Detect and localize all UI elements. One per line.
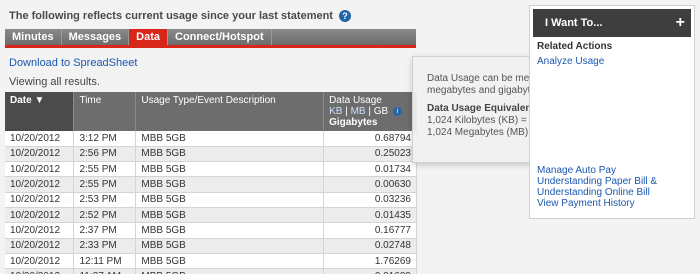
unit-separator: | — [345, 106, 348, 117]
date-cell: 10/20/2012 — [5, 238, 75, 254]
tab-messages[interactable]: Messages — [62, 29, 130, 45]
tab-minutes[interactable]: Minutes — [5, 29, 62, 45]
type-cell: MBB 5GB — [135, 207, 325, 224]
time-cell: 2:55 PM — [73, 161, 137, 178]
i-want-to-panel: I Want To... + Related Actions Analyze U… — [529, 5, 695, 219]
type-cell: MBB 5GB — [135, 176, 325, 193]
time-column-header[interactable]: Time — [73, 92, 137, 131]
amount-cell: 0.68794 — [323, 131, 417, 147]
unit-separator: | — [368, 106, 371, 117]
viewing-results-text: Viewing all results. — [9, 76, 100, 88]
related-action-link[interactable]: Analyze Usage — [537, 56, 694, 67]
date-cell: 10/20/2012 — [5, 146, 75, 163]
table-row: 10/20/2012 2:55 PM MBB 5GB 0.01734 — [5, 161, 417, 178]
date-column-header[interactable]: Date ▼ — [5, 92, 75, 131]
usage-header-text: The following reflects current usage sin… — [9, 10, 333, 22]
time-cell: 2:37 PM — [73, 222, 137, 239]
usage-tabs: Minutes Messages Data Connect/Hotspot — [5, 29, 416, 48]
panel-title: I Want To... — [545, 17, 603, 29]
type-cell: MBB 5GB — [135, 238, 325, 254]
date-cell: 10/20/2012 — [5, 253, 75, 270]
time-cell: 2:52 PM — [73, 207, 137, 224]
time-cell: 2:53 PM — [73, 192, 137, 208]
table-row: 10/20/2012 2:33 PM MBB 5GB 0.02748 — [5, 238, 417, 254]
type-column-header[interactable]: Usage Type/Event Description — [135, 92, 325, 131]
table-row: 10/20/2012 2:56 PM MBB 5GB 0.25023 — [5, 146, 417, 163]
tab-connect-hotspot[interactable]: Connect/Hotspot — [168, 29, 272, 45]
type-cell: MBB 5GB — [135, 268, 325, 274]
amount-cell: 0.02748 — [323, 238, 417, 254]
amount-cell: 0.01689 — [323, 268, 417, 274]
type-cell: MBB 5GB — [135, 222, 325, 239]
date-cell: 10/20/2012 — [5, 222, 75, 239]
info-icon[interactable]: i — [392, 106, 402, 116]
table-row: 10/20/2012 2:53 PM MBB 5GB 0.03236 — [5, 192, 417, 208]
date-cell: 10/20/2012 — [5, 268, 75, 274]
time-cell: 11:37 AM — [73, 268, 137, 274]
date-cell: 10/20/2012 — [5, 161, 75, 178]
time-cell: 3:12 PM — [73, 131, 137, 147]
related-action-link[interactable]: Manage Auto Pay — [537, 165, 694, 176]
amount-cell: 0.16777 — [323, 222, 417, 239]
tab-data[interactable]: Data — [129, 29, 168, 45]
date-cell: 10/20/2012 — [5, 207, 75, 224]
kb-unit-link[interactable]: KB — [329, 106, 342, 117]
related-action-link[interactable]: Understanding Online Bill — [537, 187, 694, 198]
panel-header[interactable]: I Want To... + — [533, 9, 691, 37]
date-cell: 10/20/2012 — [5, 176, 75, 193]
time-cell: 2:55 PM — [73, 176, 137, 193]
time-cell: 2:33 PM — [73, 238, 137, 254]
time-cell: 2:56 PM — [73, 146, 137, 163]
amount-cell: 1.76269 — [323, 253, 417, 270]
table-row: 10/20/2012 2:37 PM MBB 5GB 0.16777 — [5, 222, 417, 239]
amount-cell: 0.25023 — [323, 146, 417, 163]
table-row: 10/20/2012 12:11 PM MBB 5GB 1.76269 — [5, 253, 417, 270]
amount-cell: 0.03236 — [323, 192, 417, 208]
table-row: 10/20/2012 2:52 PM MBB 5GB 0.01435 — [5, 207, 417, 224]
usage-table: Date ▼ Time Usage Type/Event Description… — [5, 92, 417, 274]
table-header-row: Date ▼ Time Usage Type/Event Description… — [5, 92, 417, 131]
gigabytes-label: Gigabytes — [329, 117, 378, 128]
gb-unit-link[interactable]: GB — [374, 106, 388, 117]
type-cell: MBB 5GB — [135, 253, 325, 270]
amount-cell: 0.01734 — [323, 161, 417, 178]
type-cell: MBB 5GB — [135, 192, 325, 208]
data-usage-column-header[interactable]: Data Usage KB | MB | GB i Gigabytes — [323, 92, 417, 131]
plus-icon[interactable]: + — [676, 15, 685, 31]
date-cell: 10/20/2012 — [5, 192, 75, 208]
usage-header: The following reflects current usage sin… — [9, 10, 351, 22]
type-cell: MBB 5GB — [135, 131, 325, 147]
date-cell: 10/20/2012 — [5, 131, 75, 147]
table-row: 10/20/2012 2:55 PM MBB 5GB 0.00630 — [5, 176, 417, 193]
amount-cell: 0.00630 — [323, 176, 417, 193]
table-row: 10/20/2012 3:12 PM MBB 5GB 0.68794 — [5, 131, 417, 147]
table-row: 10/20/201211:37 AMMBB 5GB0.01689 — [5, 268, 417, 274]
data-usage-label: Data Usage — [329, 95, 382, 106]
related-action-link[interactable]: View Payment History — [537, 198, 694, 209]
download-spreadsheet-link[interactable]: Download to SpreadSheet — [9, 57, 137, 69]
type-cell: MBB 5GB — [135, 161, 325, 178]
time-cell: 12:11 PM — [73, 253, 137, 270]
amount-cell: 0.01435 — [323, 207, 417, 224]
mb-unit-link[interactable]: MB — [351, 106, 366, 117]
related-action-link[interactable]: Understanding Paper Bill & — [537, 176, 694, 187]
question-circle-icon[interactable]: ? — [338, 10, 351, 22]
related-actions-list: Analyze Usage Manage Auto Pay Understandin… — [537, 56, 694, 209]
type-cell: MBB 5GB — [135, 146, 325, 163]
related-actions-heading: Related Actions — [537, 41, 613, 52]
